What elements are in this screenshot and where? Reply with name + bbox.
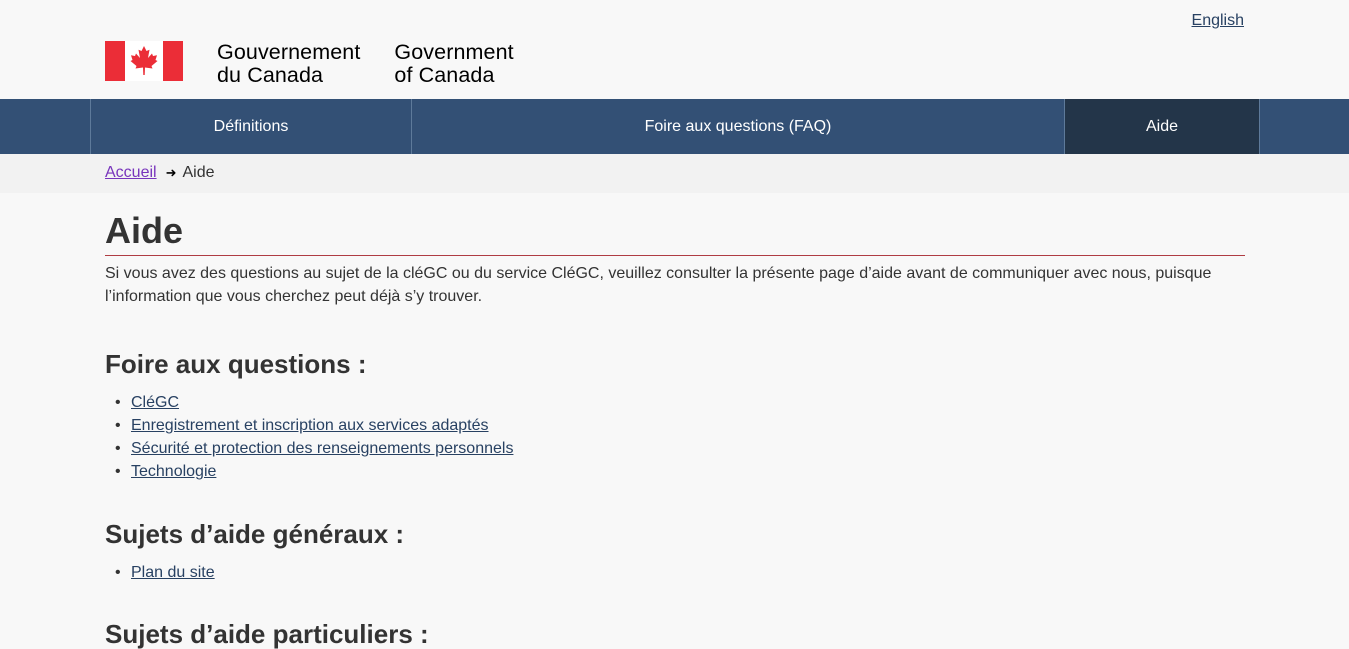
faq-link-registration[interactable]: Enregistrement et inscription aux servic…	[131, 417, 489, 434]
government-signature[interactable]: Gouvernement du Canada Government of Can…	[105, 41, 514, 87]
list-item: Technologie	[115, 460, 513, 483]
breadcrumb-current: Aide	[182, 164, 215, 181]
faq-link-list: CléGC Enregistrement et inscription aux …	[115, 391, 513, 483]
faq-link-security[interactable]: Sécurité et protection des renseignement…	[131, 440, 513, 457]
faq-heading: Foire aux questions :	[105, 349, 367, 379]
list-item: Plan du site	[115, 561, 215, 584]
signature-en-line2: of Canada	[394, 63, 495, 87]
page-title: Aide	[105, 211, 1245, 256]
signature-en-line1: Government	[394, 40, 514, 64]
menu-item-definitions[interactable]: Définitions	[90, 99, 411, 154]
list-item: CléGC	[115, 391, 513, 414]
menu-item-faq[interactable]: Foire aux questions (FAQ)	[411, 99, 1064, 154]
list-item: Enregistrement et inscription aux servic…	[115, 414, 513, 437]
faq-link-technology[interactable]: Technologie	[131, 463, 216, 480]
faq-link-clegc[interactable]: CléGC	[131, 394, 179, 411]
general-help-heading: Sujets d’aide généraux :	[105, 519, 405, 549]
menu-item-aide[interactable]: Aide	[1064, 99, 1260, 154]
main-menu: Définitions Foire aux questions (FAQ) Ai…	[0, 99, 1349, 154]
main-content: Aide Si vous avez des questions au sujet…	[105, 211, 1245, 649]
intro-paragraph: Si vous avez des questions au sujet de l…	[105, 265, 1212, 305]
signature-english: Government of Canada	[394, 41, 513, 87]
particular-help-heading: Sujets d’aide particuliers :	[105, 619, 429, 649]
signature-fr-line2: du Canada	[217, 63, 324, 87]
sitemap-link[interactable]: Plan du site	[131, 564, 215, 581]
breadcrumb-home-link[interactable]: Accueil	[105, 164, 157, 182]
signature-french: Gouvernement du Canada	[217, 41, 360, 87]
signature-fr-line1: Gouvernement	[217, 40, 361, 64]
language-toggle-link[interactable]: English	[1192, 12, 1244, 30]
site-header: English Gouvernement du Canada Governmen…	[0, 0, 1349, 99]
arrow-right-icon: ➜	[165, 165, 177, 180]
canada-flag-icon	[105, 41, 183, 81]
breadcrumb: Accueil ➜ Aide	[0, 154, 1349, 193]
general-link-list: Plan du site	[115, 561, 215, 584]
list-item: Sécurité et protection des renseignement…	[115, 437, 513, 460]
